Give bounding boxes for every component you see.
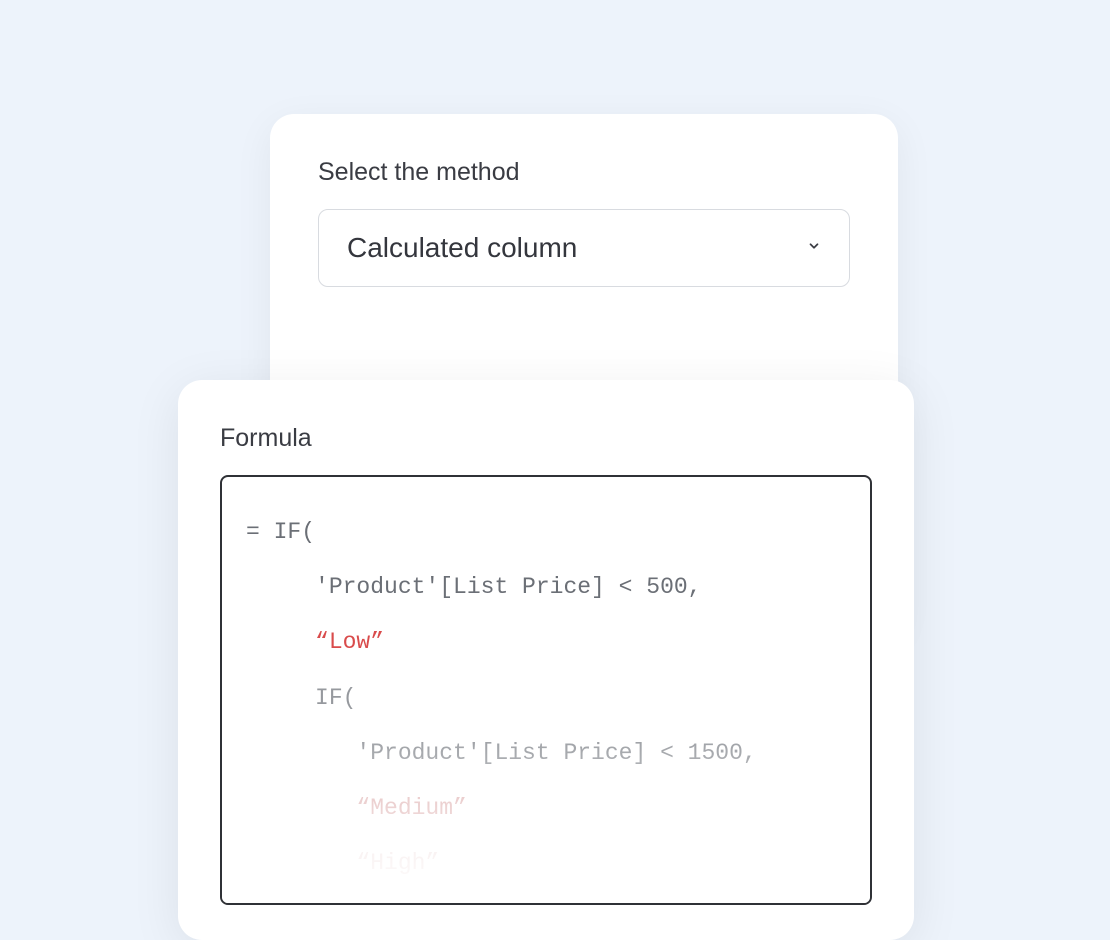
code-token: “Low” — [315, 629, 384, 655]
method-select[interactable]: Calculated column — [318, 209, 850, 287]
formula-input[interactable]: = IF( 'Product'[List Price] < 500, “Low”… — [220, 475, 872, 905]
code-token: 'Product'[List Price] < 1500, — [356, 740, 756, 766]
method-select-value: Calculated column — [347, 232, 577, 264]
code-token: IF( — [315, 685, 356, 711]
code-token: “High” — [356, 850, 439, 876]
chevron-down-icon — [807, 239, 821, 258]
code-token: “Medium” — [356, 795, 466, 821]
method-label: Select the method — [318, 158, 850, 187]
code-token: = — [246, 519, 260, 545]
code-token: 'Product'[List Price] < 500, — [315, 574, 701, 600]
formula-label: Formula — [220, 424, 872, 453]
formula-card: Formula = IF( 'Product'[List Price] < 50… — [178, 380, 914, 940]
code-token: IF( — [274, 519, 315, 545]
